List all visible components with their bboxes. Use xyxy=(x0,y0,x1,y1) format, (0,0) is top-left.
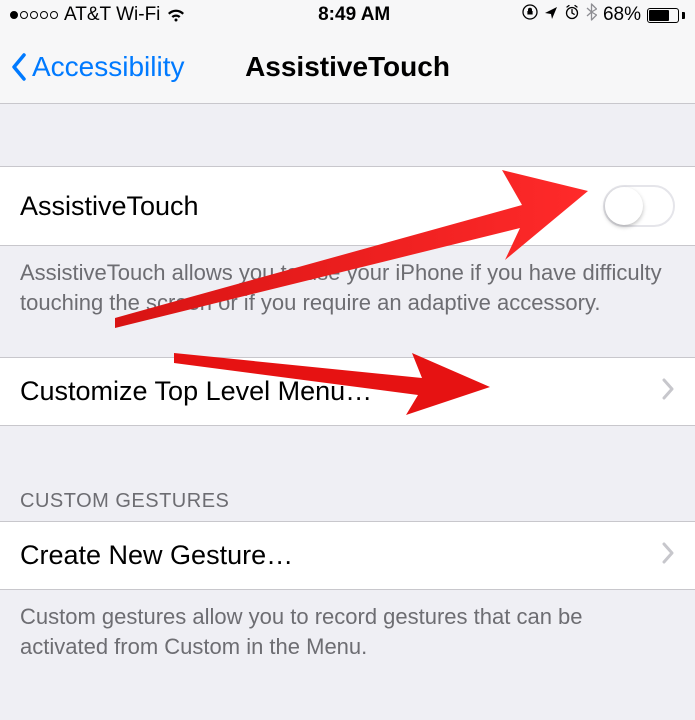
carrier-label: AT&T Wi-Fi xyxy=(64,4,160,26)
status-right: 68% xyxy=(522,3,685,27)
location-icon xyxy=(544,4,558,26)
page-title: AssistiveTouch xyxy=(245,51,450,83)
status-left: AT&T Wi-Fi xyxy=(10,4,186,26)
create-new-gesture-row[interactable]: Create New Gesture… xyxy=(0,521,695,590)
alarm-icon xyxy=(564,4,580,26)
custom-gestures-header: CUSTOM GESTURES xyxy=(0,482,695,521)
status-time: 8:49 AM xyxy=(318,4,390,26)
assistive-touch-row[interactable]: AssistiveTouch xyxy=(0,166,695,246)
wifi-icon xyxy=(166,8,186,23)
status-bar: AT&T Wi-Fi 8:49 AM 68% xyxy=(0,0,695,30)
back-label: Accessibility xyxy=(32,51,184,83)
toggle-knob xyxy=(605,187,643,225)
customize-top-level-menu-row[interactable]: Customize Top Level Menu… xyxy=(0,357,695,426)
assistive-touch-description: AssistiveTouch allows you to use your iP… xyxy=(0,246,695,329)
battery-icon xyxy=(647,8,685,23)
battery-percent: 68% xyxy=(603,4,641,26)
custom-gestures-description: Custom gestures allow you to record gest… xyxy=(0,590,695,673)
chevron-right-icon xyxy=(661,542,675,569)
back-button[interactable]: Accessibility xyxy=(0,51,184,83)
chevron-left-icon xyxy=(10,53,28,81)
rotation-lock-icon xyxy=(522,4,538,26)
create-gesture-label: Create New Gesture… xyxy=(20,540,293,571)
assistive-touch-label: AssistiveTouch xyxy=(20,191,199,222)
chevron-right-icon xyxy=(661,378,675,405)
assistive-touch-toggle[interactable] xyxy=(603,185,675,227)
signal-strength-icon xyxy=(10,11,58,19)
customize-label: Customize Top Level Menu… xyxy=(20,376,372,407)
bluetooth-icon xyxy=(586,3,597,27)
navigation-bar: Accessibility AssistiveTouch xyxy=(0,30,695,104)
